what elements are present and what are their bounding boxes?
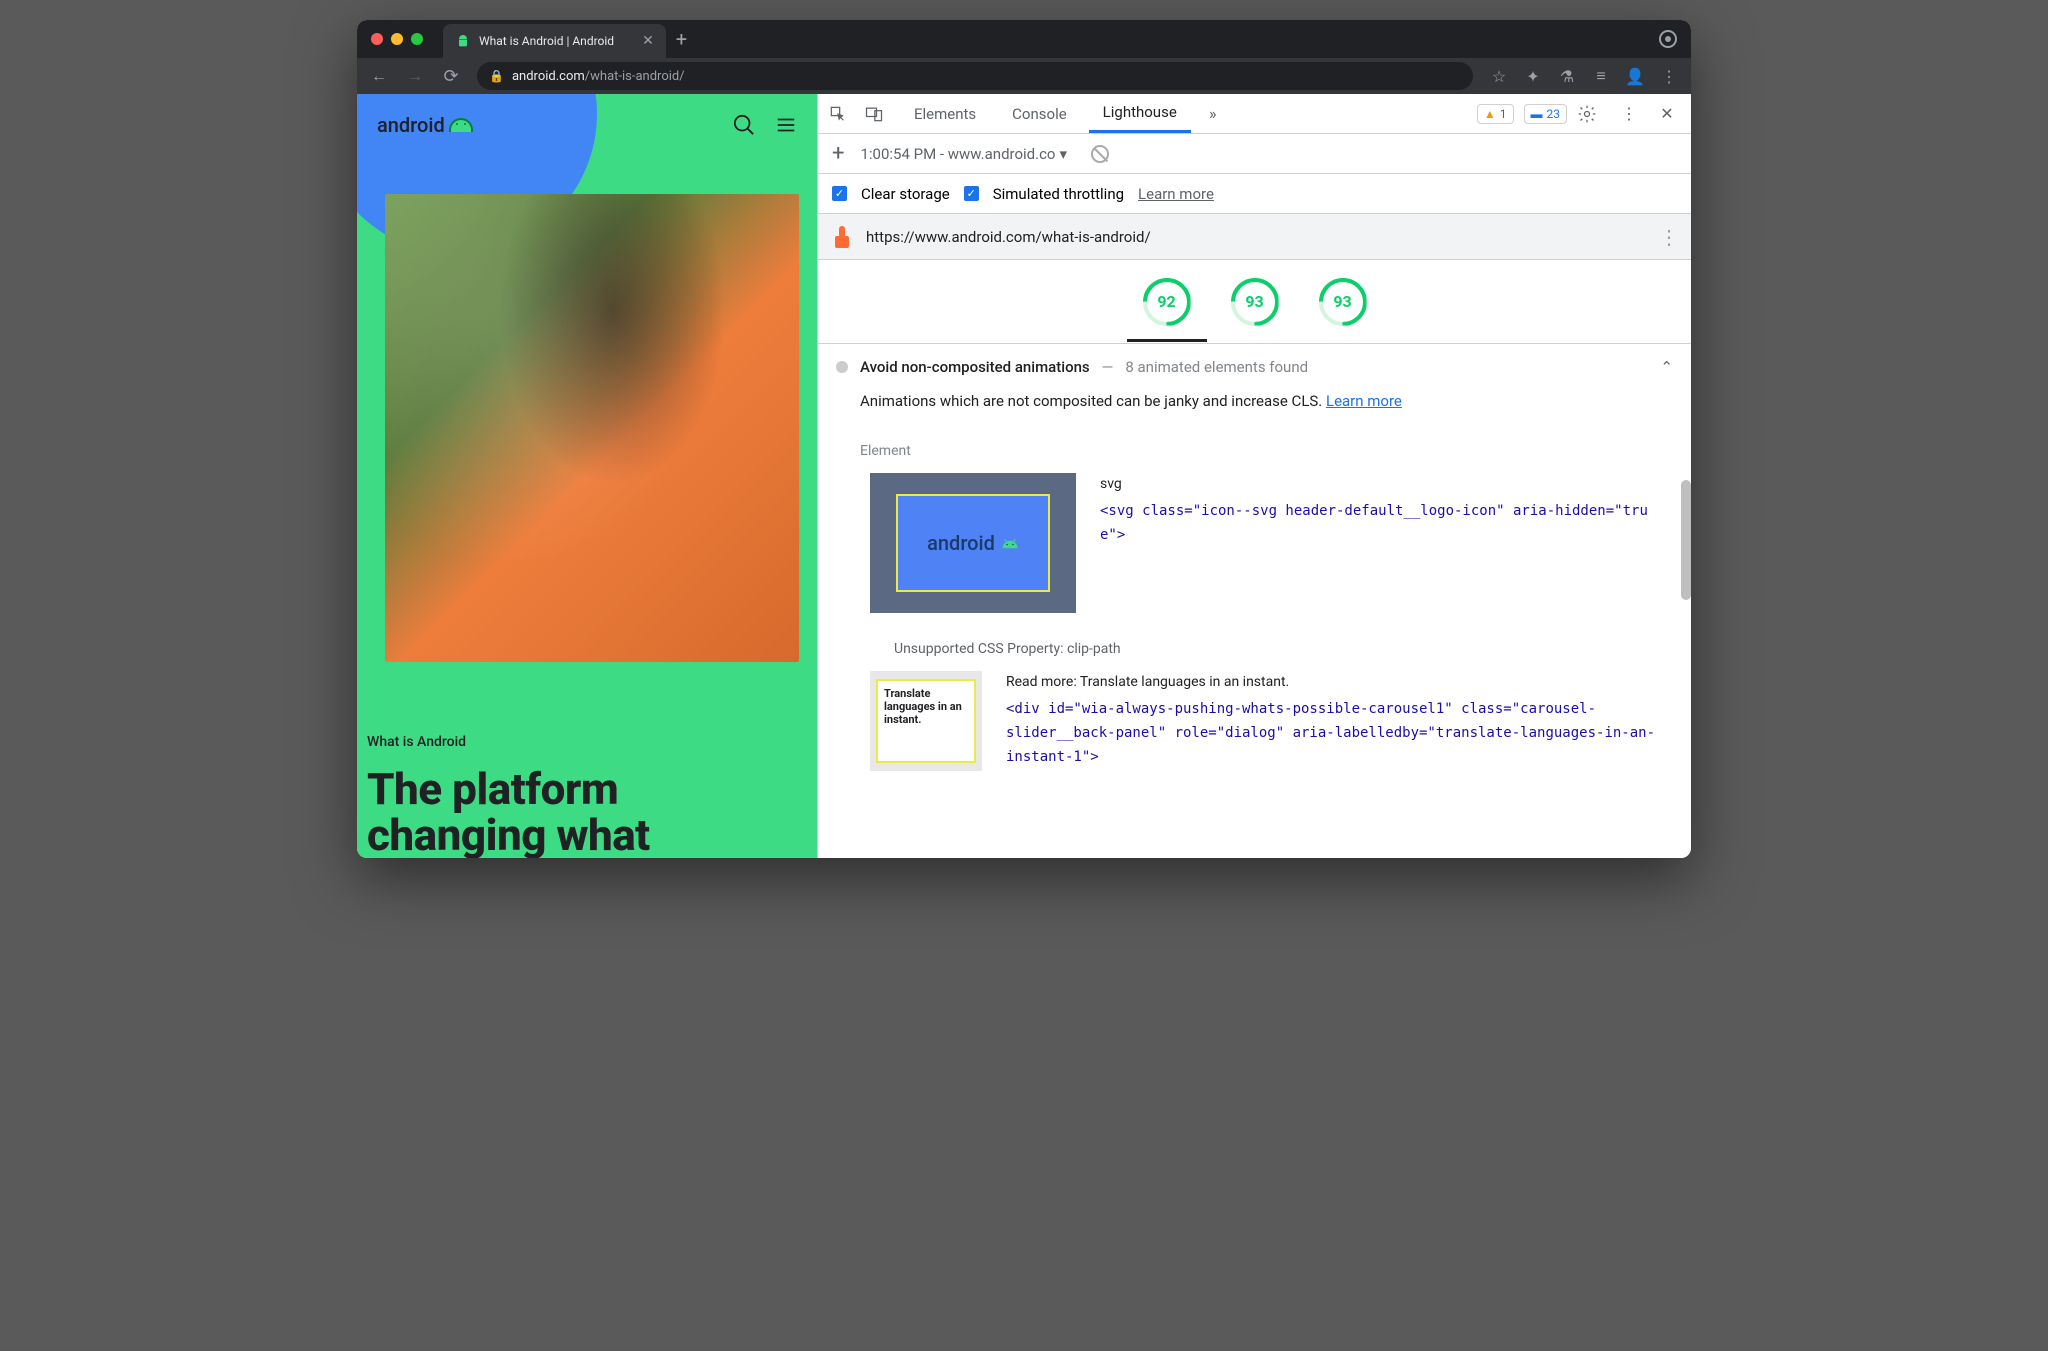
search-icon[interactable] [733,114,755,136]
browser-titlebar: What is Android | Android ✕ + [357,20,1691,58]
audit-learn-more-link[interactable]: Learn more [1326,392,1402,410]
maximize-window-button[interactable] [411,33,423,45]
new-report-button[interactable]: + [832,141,844,166]
extensions-icon[interactable]: ✦ [1523,67,1543,86]
profile-icon[interactable]: 👤 [1625,67,1645,86]
minimize-window-button[interactable] [391,33,403,45]
lighthouse-icon [832,226,852,248]
android-head-icon [1001,537,1019,549]
forward-button[interactable]: → [405,66,425,86]
throttling-checkbox[interactable]: ✓ [964,186,979,201]
scrollbar-thumb[interactable] [1681,480,1691,600]
hamburger-menu-icon[interactable] [775,114,797,136]
new-tab-button[interactable]: + [676,27,687,51]
tab-elements[interactable]: Elements [900,94,990,133]
audited-url: https://www.android.com/what-is-android/ [866,228,1151,246]
more-tabs-icon[interactable]: » [1199,104,1227,123]
element-section-label: Element [818,433,1691,473]
audit-subtitle: 8 animated elements found [1125,358,1308,376]
devtools-panel: Elements Console Lighthouse » ▲1 ▬23 ⋮ ✕… [817,94,1691,858]
tab-close-icon[interactable]: ✕ [642,33,654,49]
unsupported-label: Unsupported CSS Property: clip-path [818,641,1691,671]
audit-status-icon [836,361,848,373]
chevron-down-icon: ▾ [1060,145,1068,163]
close-devtools-icon[interactable]: ✕ [1653,104,1681,123]
audit-header[interactable]: Avoid non-composited animations — 8 anim… [818,344,1691,390]
report-selector[interactable]: 1:00:54 PM - www.android.co ▾ [860,145,1067,163]
page-eyebrow: What is Android [367,734,807,750]
back-button[interactable]: ← [369,66,389,86]
gear-icon[interactable] [1577,104,1605,124]
android-head-icon [449,118,473,132]
hero-image [385,194,799,662]
info-badge[interactable]: ▬23 [1524,104,1568,124]
android-logo[interactable]: android [377,113,473,137]
labs-icon[interactable]: ⚗ [1557,67,1577,86]
tab-lighthouse[interactable]: Lighthouse [1089,94,1191,133]
url-menu-icon[interactable]: ⋮ [1659,225,1677,249]
element-readmore: Read more: Translate languages in an ins… [1006,671,1673,695]
menu-icon[interactable]: ⋮ [1659,67,1679,86]
tab-console[interactable]: Console [998,94,1081,133]
element-html[interactable]: <div id="wia-always-pushing-whats-possib… [1006,698,1673,769]
element-row: Translate languages in an instant. Read … [818,671,1691,771]
reading-list-icon[interactable]: ≡ [1591,66,1611,86]
page-viewport: android What is Android The platform cha… [357,94,817,858]
kebab-icon[interactable]: ⋮ [1615,104,1643,123]
reload-button[interactable]: ⟳ [441,66,461,87]
score-gauges: 92 93 93 [818,260,1691,344]
score-gauge-3[interactable]: 93 [1319,278,1367,326]
android-favicon-icon [455,33,471,49]
score-gauge-1[interactable]: 92 [1143,278,1191,326]
element-tag: svg [1100,473,1673,497]
element-thumbnail[interactable]: android [870,473,1076,613]
audit-description: Animations which are not composited can … [818,390,1691,433]
inspect-icon[interactable] [828,104,856,124]
audit-title: Avoid non-composited animations [860,358,1090,376]
close-window-button[interactable] [371,33,383,45]
clear-storage-label: Clear storage [861,185,950,203]
lock-icon: 🔒 [489,69,504,83]
tab-title: What is Android | Android [479,34,614,48]
account-icon[interactable] [1659,30,1677,48]
chevron-up-icon: ⌃ [1660,358,1673,376]
url-path: /what-is-android/ [585,69,685,84]
url-domain: android.com [512,69,585,84]
star-icon[interactable]: ☆ [1489,67,1509,86]
warnings-badge[interactable]: ▲1 [1477,104,1514,124]
score-gauge-2[interactable]: 93 [1231,278,1279,326]
browser-tab[interactable]: What is Android | Android ✕ [443,24,666,58]
url-input[interactable]: 🔒 android.com/what-is-android/ [477,62,1473,90]
page-heading: The platform changing what [367,766,807,858]
clear-storage-checkbox[interactable]: ✓ [832,186,847,201]
throttling-label: Simulated throttling [993,185,1124,203]
element-thumbnail[interactable]: Translate languages in an instant. [870,671,982,771]
device-toggle-icon[interactable] [864,104,892,124]
element-html[interactable]: <svg class="icon--svg header-default__lo… [1100,500,1673,548]
clear-icon[interactable] [1091,145,1109,163]
element-row: android svg <svg class="icon--svg header… [818,473,1691,641]
browser-addressbar: ← → ⟳ 🔒 android.com/what-is-android/ ☆ ✦… [357,58,1691,94]
learn-more-link[interactable]: Learn more [1138,185,1214,203]
